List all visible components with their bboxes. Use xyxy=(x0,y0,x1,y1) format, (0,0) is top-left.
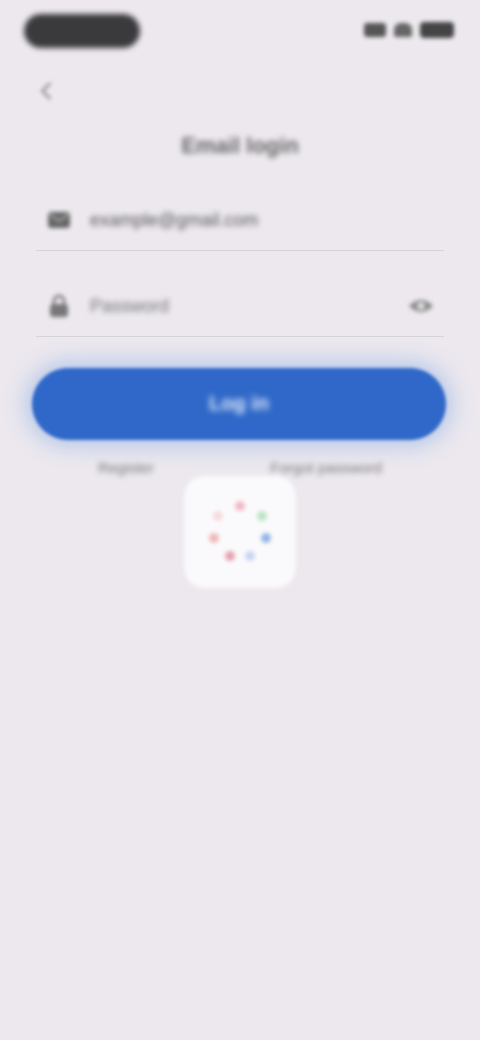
signal-icon xyxy=(364,23,386,37)
mail-icon xyxy=(46,207,72,233)
email-input[interactable] xyxy=(88,208,444,232)
status-icons xyxy=(364,22,454,38)
battery-icon xyxy=(420,22,454,38)
register-link[interactable]: Register xyxy=(98,460,154,490)
password-input[interactable] xyxy=(88,294,406,318)
back-button[interactable] xyxy=(30,74,64,108)
wifi-icon xyxy=(394,23,412,37)
loading-overlay xyxy=(184,476,296,588)
login-button-label: Log in xyxy=(209,392,269,415)
status-bar xyxy=(0,0,480,64)
lock-icon xyxy=(46,293,72,319)
eye-icon[interactable] xyxy=(406,293,436,319)
back-arrow-icon xyxy=(40,82,51,100)
password-field[interactable] xyxy=(36,276,444,337)
spinner-icon xyxy=(209,501,271,561)
page-title: Email login xyxy=(181,133,299,158)
email-field[interactable] xyxy=(36,190,444,251)
login-button[interactable]: Log in xyxy=(32,368,446,440)
status-time-pill xyxy=(24,14,140,48)
